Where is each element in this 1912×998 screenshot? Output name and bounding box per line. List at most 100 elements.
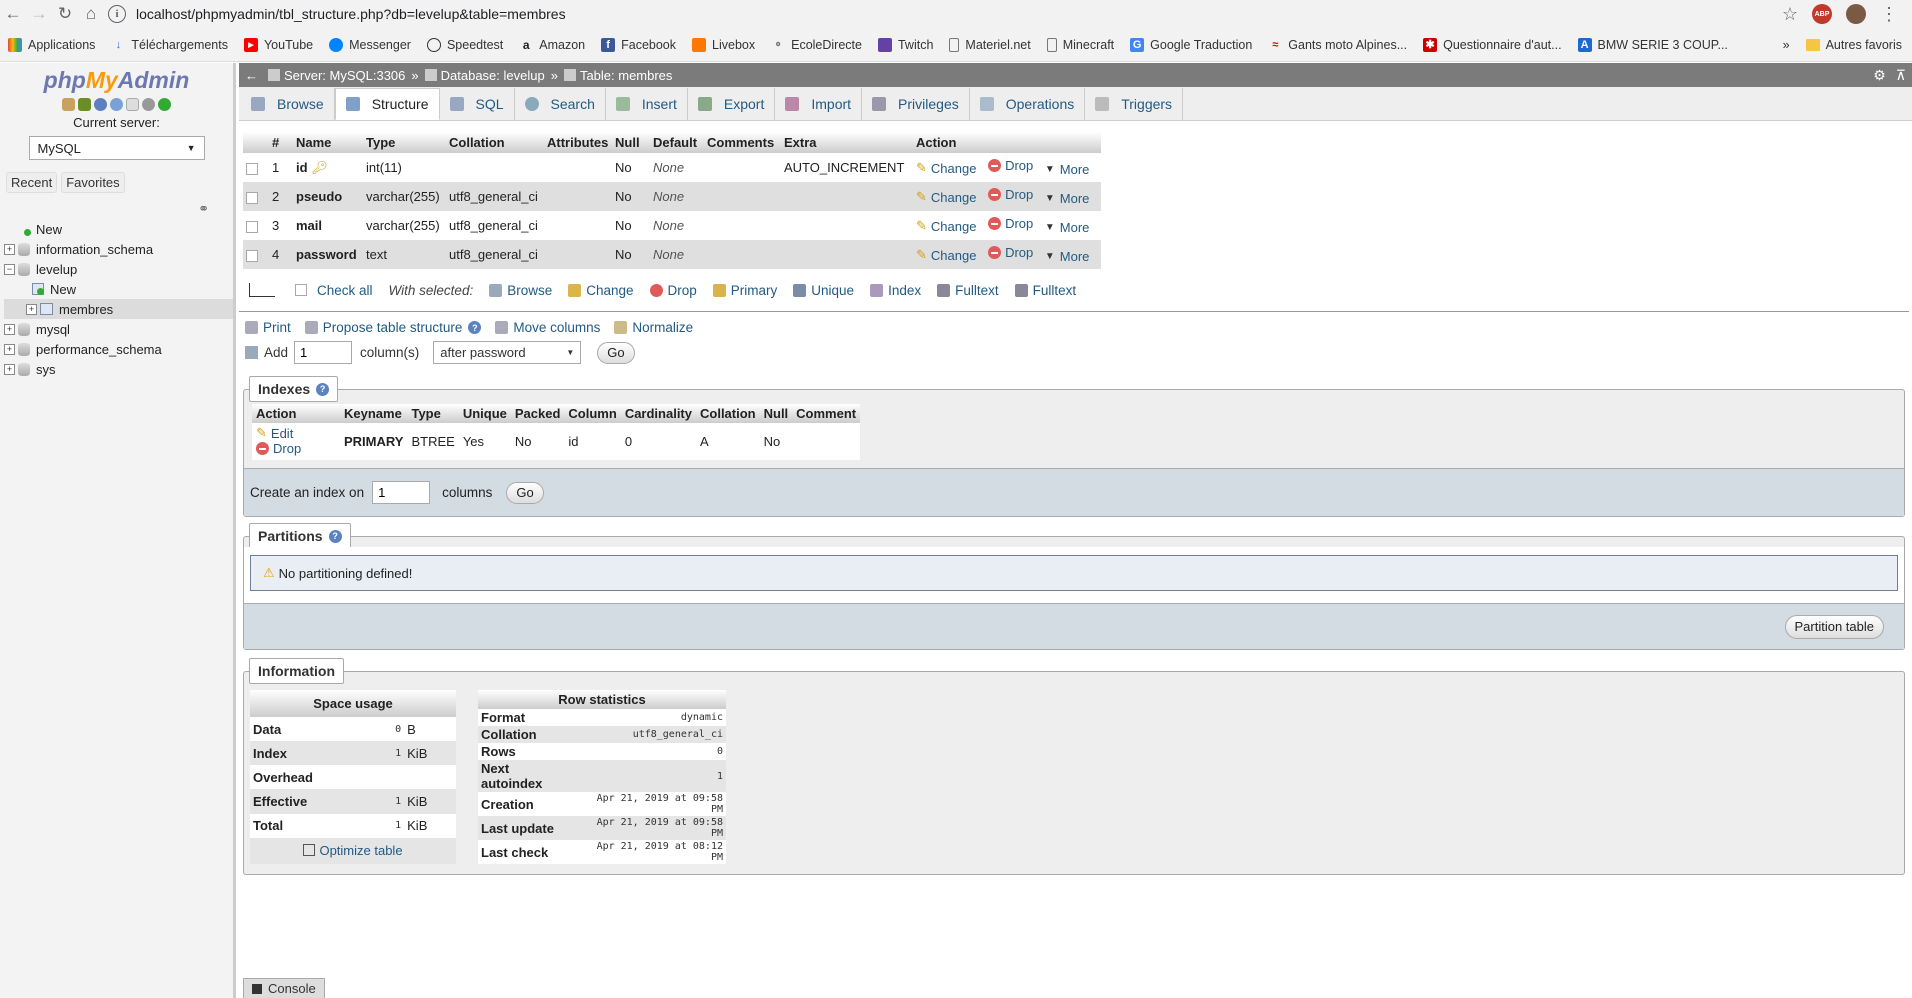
bulk-fulltext-button[interactable]: Fulltext [1014, 283, 1076, 298]
expand-icon[interactable]: + [26, 303, 37, 315]
console-toggle[interactable]: Console [243, 978, 325, 998]
tree-item-levelup-new[interactable]: New [4, 279, 233, 299]
recent-tab[interactable]: Recent [6, 172, 58, 193]
link-chain-icon[interactable]: ⚭ [198, 201, 209, 217]
tab-export[interactable]: Export [688, 88, 776, 120]
address-bar[interactable]: i localhost/phpmyadmin/tbl_structure.php… [108, 2, 1782, 26]
bookmark-item[interactable]: G Google Traduction [1130, 37, 1252, 52]
bookmark-item[interactable]: Materiel.net [949, 37, 1031, 52]
profile-avatar[interactable] [1846, 4, 1866, 24]
bookmark-item[interactable]: ↓ Téléchargements [111, 38, 228, 52]
tree-item-new[interactable]: New [4, 219, 233, 239]
bookmark-item[interactable]: Livebox [692, 37, 755, 52]
drop-link[interactable]: Drop [988, 245, 1033, 260]
tab-structure[interactable]: Structure [334, 88, 440, 120]
sql-query-icon[interactable] [94, 98, 107, 111]
bulk-browse-button[interactable]: Browse [489, 283, 552, 298]
server-select[interactable]: MySQL ▼ [28, 136, 205, 160]
bookmark-item[interactable]: Applications [8, 37, 95, 52]
bookmark-item[interactable]: ✱ Questionnaire d'aut... [1423, 37, 1562, 52]
bookmark-item[interactable]: Speedtest [426, 37, 503, 52]
more-dropdown[interactable]: ▼ More [1045, 249, 1090, 264]
bookmark-item[interactable]: Minecraft [1046, 37, 1114, 52]
change-link[interactable]: ✎ Change [916, 218, 976, 234]
tab-browse[interactable]: Browse [241, 88, 335, 120]
expand-icon[interactable]: + [4, 363, 15, 375]
bulk-primary-button[interactable]: Primary [712, 283, 777, 298]
drop-link[interactable]: Drop [988, 158, 1033, 173]
tab-search[interactable]: Search [515, 88, 606, 120]
collapse-icon[interactable]: − [4, 263, 15, 275]
edit-index-link[interactable]: ✎ Edit [256, 425, 293, 441]
drop-link[interactable]: Drop [988, 187, 1033, 202]
home-icon[interactable]: ⌂ [78, 1, 104, 27]
back-icon[interactable]: ← [0, 1, 26, 27]
create-index-count-input[interactable] [372, 481, 431, 504]
help-icon[interactable]: ? [328, 529, 342, 543]
tab-import[interactable]: Import [775, 88, 863, 120]
bulk-change-button[interactable]: Change [568, 283, 634, 298]
optimize-table-link[interactable]: Optimize table [303, 843, 403, 858]
more-dropdown[interactable]: ▼ More [1045, 220, 1090, 235]
settings-gear-icon[interactable]: ⚙ [1873, 67, 1886, 84]
tree-item-levelup[interactable]: − levelup [4, 259, 233, 279]
reload-nav-icon[interactable] [158, 98, 171, 111]
collapse-nav-icon[interactable]: ← [245, 68, 258, 83]
row-checkbox[interactable] [246, 162, 258, 175]
tree-item-performance-schema[interactable]: + performance_schema [4, 339, 233, 359]
add-columns-go-button[interactable]: Go [597, 341, 635, 364]
bookmark-item[interactable]: Messenger [329, 37, 411, 52]
row-checkbox[interactable] [246, 191, 258, 204]
bookmark-star-icon[interactable]: ☆ [1782, 4, 1798, 25]
expand-icon[interactable]: + [4, 243, 15, 255]
settings-gear-icon[interactable] [142, 98, 155, 111]
home-icon[interactable] [62, 98, 75, 111]
favorites-tab[interactable]: Favorites [61, 172, 125, 193]
check-all-label[interactable]: Check all [317, 283, 373, 298]
reload-icon[interactable]: ↻ [52, 1, 78, 27]
add-columns-count-input[interactable] [294, 341, 353, 364]
breadcrumb-table[interactable]: Table: membres [563, 68, 672, 83]
breadcrumb-database[interactable]: Database: levelup [424, 68, 545, 83]
tab-sql[interactable]: SQL [440, 88, 515, 120]
bookmark-item[interactable]: ⚬ EcoleDirecte [771, 38, 862, 52]
bookmark-item[interactable]: a Amazon [519, 38, 585, 52]
menu-icon[interactable]: ⋮ [1880, 4, 1898, 25]
change-link[interactable]: ✎ Change [916, 160, 976, 176]
docs-page-icon[interactable] [126, 98, 139, 111]
tab-privileges[interactable]: Privileges [862, 88, 970, 120]
docs-icon[interactable] [110, 98, 123, 111]
help-icon[interactable]: ? [316, 382, 330, 396]
breadcrumb-server[interactable]: Server: MySQL:3306 [268, 68, 405, 83]
bulk-unique-button[interactable]: Unique [793, 283, 854, 298]
column-position-select[interactable]: after password ▼ [433, 341, 582, 364]
more-dropdown[interactable]: ▼ More [1045, 162, 1090, 177]
bookmark-item[interactable]: ▶ YouTube [243, 37, 313, 52]
tab-triggers[interactable]: Triggers [1085, 88, 1184, 120]
tab-operations[interactable]: Operations [970, 88, 1086, 120]
change-link[interactable]: ✎ Change [916, 189, 976, 205]
check-all-checkbox[interactable] [295, 284, 307, 296]
collapse-top-icon[interactable]: ⊼ [1896, 67, 1906, 84]
row-checkbox[interactable] [246, 220, 258, 233]
tree-item-sys[interactable]: + sys [4, 359, 233, 379]
adblock-icon[interactable]: ABP [1812, 4, 1832, 24]
tab-insert[interactable]: Insert [606, 88, 688, 120]
bookmark-item[interactable]: A BMW SERIE 3 COUP... [1577, 37, 1728, 52]
forward-icon[interactable]: → [26, 1, 52, 27]
expand-icon[interactable]: + [4, 323, 15, 335]
bookmark-item[interactable]: ≈ Gants moto Alpines... [1268, 38, 1407, 52]
bulk-spatial-button[interactable]: Fulltext [937, 283, 999, 298]
phpmyadmin-logo[interactable]: phpMyAdmin [0, 67, 233, 94]
more-dropdown[interactable]: ▼ More [1045, 191, 1090, 206]
drop-link[interactable]: Drop [988, 216, 1033, 231]
bookmark-item[interactable]: Twitch [877, 37, 933, 52]
drop-index-link[interactable]: Drop [256, 441, 301, 456]
move-columns-link[interactable]: Move columns [495, 320, 600, 335]
bulk-index-button[interactable]: Index [870, 283, 921, 298]
row-checkbox[interactable] [246, 249, 258, 262]
tree-item-mysql[interactable]: + mysql [4, 319, 233, 339]
bookmarks-overflow-icon[interactable]: » [1783, 38, 1790, 52]
help-icon[interactable]: ? [468, 321, 482, 334]
bookmark-item[interactable]: f Facebook [601, 37, 676, 52]
